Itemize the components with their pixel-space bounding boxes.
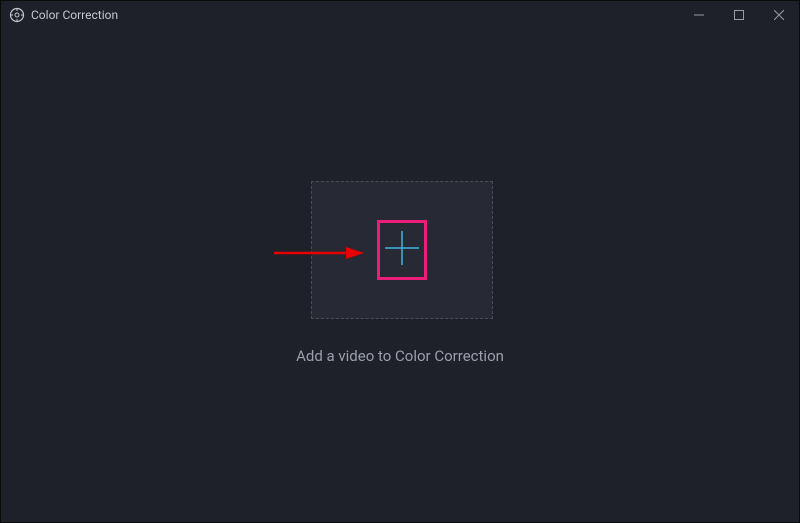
minimize-button[interactable] — [679, 1, 719, 29]
window-title: Color Correction — [31, 8, 118, 22]
window-controls — [679, 1, 799, 29]
maximize-button[interactable] — [719, 1, 759, 29]
titlebar-left: Color Correction — [9, 7, 118, 23]
main-area: Add a video to Color Correction — [1, 29, 799, 522]
video-dropzone[interactable] — [311, 181, 493, 319]
close-button[interactable] — [759, 1, 799, 29]
titlebar: Color Correction — [1, 1, 799, 29]
hint-text: Add a video to Color Correction — [1, 347, 799, 365]
add-video-button[interactable] — [377, 220, 427, 280]
app-icon — [9, 7, 25, 23]
plus-icon — [382, 228, 422, 272]
